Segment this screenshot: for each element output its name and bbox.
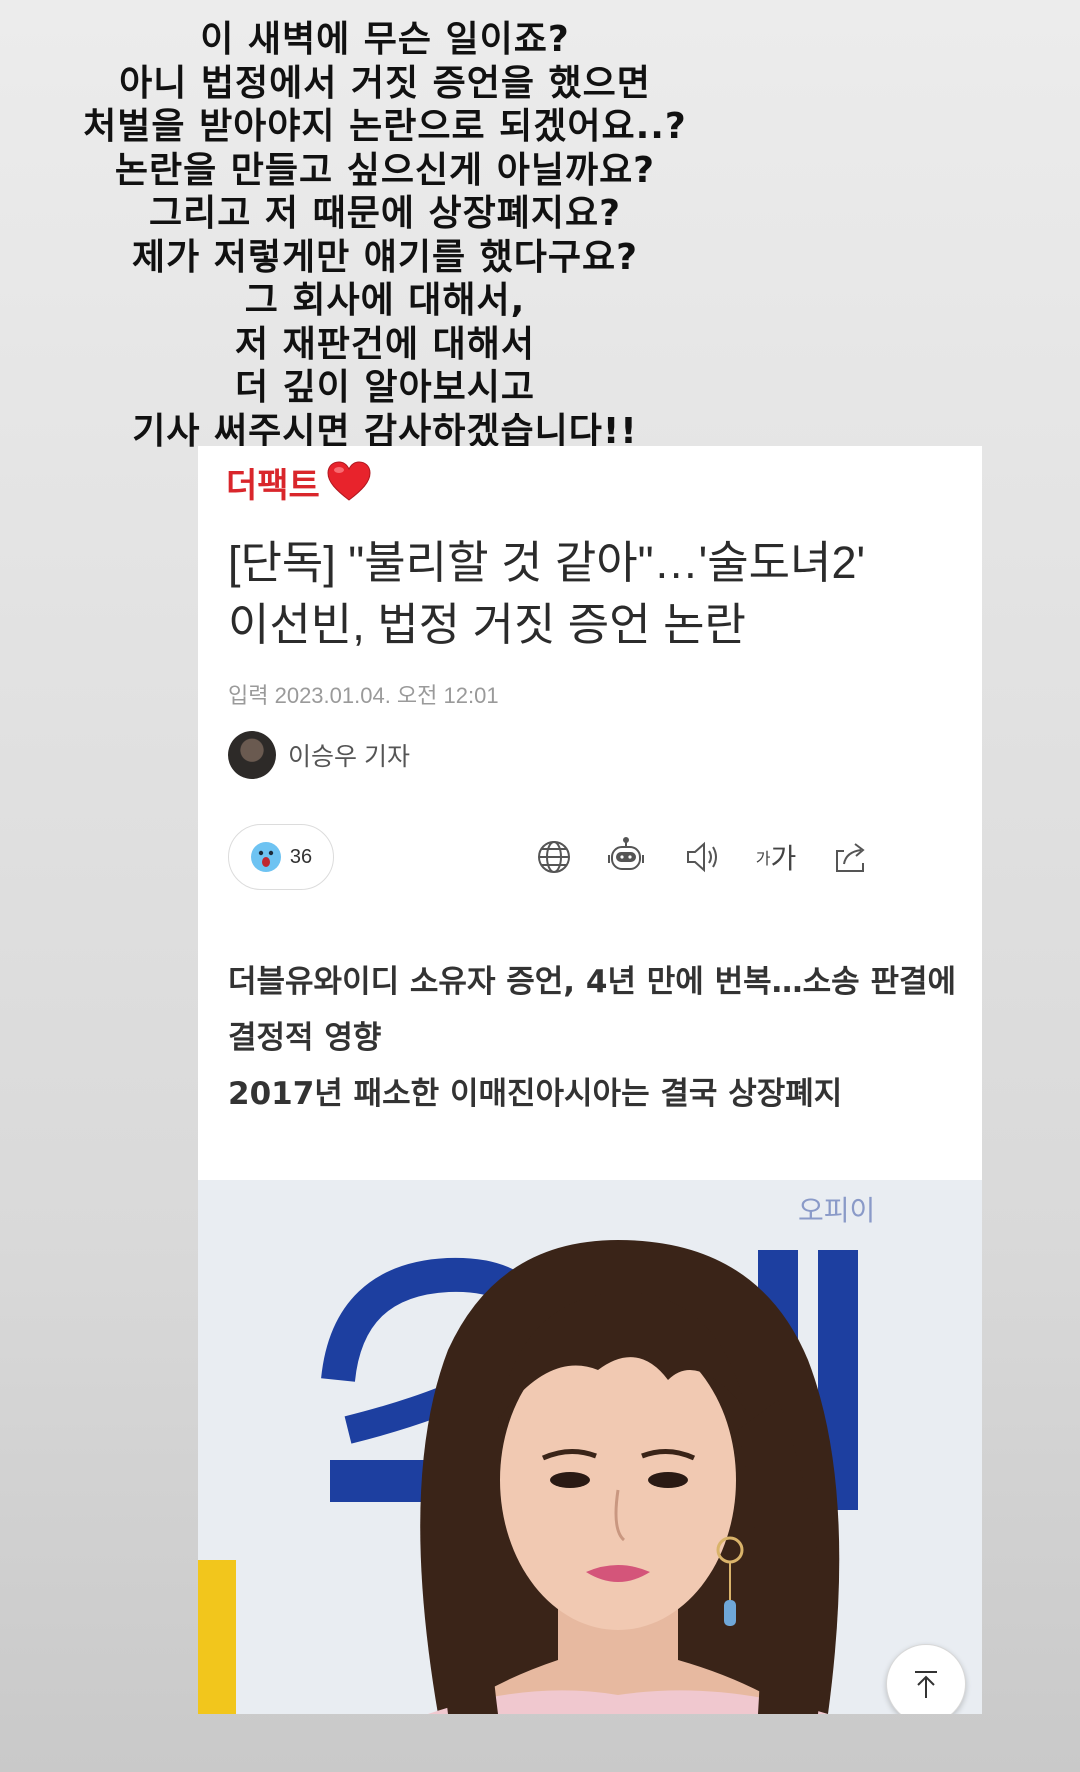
share-icon [836, 843, 865, 872]
brand-header: 더팩트 [226, 458, 372, 506]
reaction-count: 36 [289, 845, 313, 868]
article-photo: 오피이 [198, 1180, 982, 1714]
reporter-name[interactable]: 이승우 기자 [288, 737, 410, 773]
heart-icon [327, 461, 371, 501]
summary-line: 2017년 패소한 이매진아시아는 결국 상장폐지 [228, 1076, 843, 1112]
story-caption: 이 새벽에 무슨 일이죠? 아니 법정에서 거짓 증언을 했으면 처벌을 받아야… [0, 18, 770, 453]
share-button[interactable] [828, 836, 872, 878]
translate-button[interactable] [532, 836, 576, 878]
article-summary: 더블유와이디 소유자 증언, 4년 만에 번복…소송 판결에 결정적 영향 20… [228, 954, 958, 1122]
published-date: 입력 2023.01.04. 오전 12:01 [228, 683, 499, 708]
surprised-face-icon [250, 842, 281, 872]
read-aloud-button[interactable] [680, 836, 724, 878]
speaker-icon [687, 841, 717, 873]
caption-line: 이 새벽에 무슨 일이죠? [200, 19, 570, 60]
portrait-illustration: 오피이 [198, 1180, 982, 1714]
backdrop-text: 오피이 [798, 1194, 875, 1227]
robot-icon [608, 837, 644, 870]
font-size-icon-small: 가 [755, 851, 771, 868]
globe-icon [538, 841, 570, 873]
scroll-to-top-button[interactable] [886, 1644, 966, 1714]
article-headline: [단독] "불리할 것 같아"…'술도녀2' 이선빈, 법정 거짓 증언 논란 [228, 532, 968, 656]
summary-bot-button[interactable] [604, 836, 648, 878]
summary-line: 더블유와이디 소유자 증언, 4년 만에 번복…소송 판결에 결정적 영향 [228, 964, 957, 1056]
headline-line: [단독] "불리할 것 같아"…'술도녀2' [228, 537, 866, 588]
article-screenshot: 더팩트 [단독] "불리할 것 같아"…'술도녀2' 이선빈, 법정 거짓 증언… [198, 446, 982, 1714]
caption-line: 저 재판건에 대해서 [234, 323, 536, 365]
reporter-avatar[interactable] [228, 731, 276, 779]
caption-line: 논란을 만들고 싶으신게 아닐까요? [114, 149, 656, 191]
byline[interactable]: 이승우 기자 [228, 730, 410, 780]
caption-line: 더 깊이 알아보시고 [234, 367, 536, 408]
reaction-button[interactable]: 36 [228, 824, 334, 890]
caption-line: 그 회사에 대해서, [244, 280, 526, 321]
brand-logo[interactable]: 더팩트 [226, 458, 320, 507]
headline-line: 이선빈, 법정 거짓 증언 논란 [228, 599, 746, 650]
font-size-button[interactable]: 가가 [754, 836, 798, 878]
caption-line: 아니 법정에서 거짓 증언을 했으면 [119, 62, 651, 104]
arrow-up-icon [915, 1671, 937, 1698]
caption-line: 제가 저렇게만 얘기를 했다구요? [131, 236, 639, 278]
caption-line: 처벌을 받아야지 논란으로 되겠어요..? [83, 106, 687, 147]
font-size-icon-large: 가 [770, 843, 797, 874]
caption-line: 그리고 저 때문에 상장폐지요? [149, 193, 621, 234]
